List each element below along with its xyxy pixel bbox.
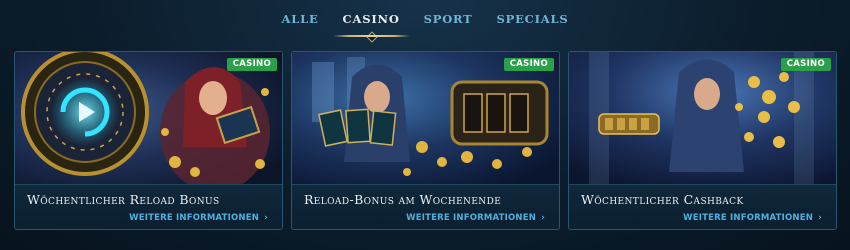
more-info-link[interactable]: WEITERE INFORMATIONEN ›: [683, 213, 822, 223]
tab-sport[interactable]: SPORT: [412, 6, 485, 36]
promo-title: Reload-Bonus am Wochenende: [304, 192, 502, 207]
promo-image-wheel-sorceress: [15, 52, 282, 184]
more-info-label: WEITERE INFORMATIONEN: [406, 213, 537, 223]
more-info-link[interactable]: WEITERE INFORMATIONEN ›: [406, 213, 545, 223]
badge-casino: CASINO: [226, 58, 277, 71]
promo-title: Wöchentlicher Cashback: [581, 192, 744, 207]
promo-info: Wöchentlicher Cashback WEITERE INFORMATI…: [569, 184, 836, 229]
chevron-right-icon: ›: [541, 213, 545, 223]
chevron-right-icon: ›: [264, 213, 268, 223]
promo-image-coin-mage: [569, 52, 836, 184]
tab-casino[interactable]: CASINO: [331, 6, 412, 37]
more-info-link[interactable]: WEITERE INFORMATIONEN ›: [129, 213, 268, 223]
more-info-label: WEITERE INFORMATIONEN: [129, 213, 260, 223]
promo-image-card-wizard: [292, 52, 559, 184]
badge-casino: CASINO: [780, 58, 831, 71]
tab-alle[interactable]: ALLE: [269, 6, 330, 36]
promo-card-weekend-reload[interactable]: CASINO Reload-Bonus am Wochenende WEITER…: [291, 51, 560, 230]
badge-casino: CASINO: [503, 58, 554, 71]
promo-card-weekly-cashback[interactable]: CASINO Wöchentlicher Cashback WEITERE IN…: [568, 51, 837, 230]
more-info-label: WEITERE INFORMATIONEN: [683, 213, 814, 223]
category-tabs: ALLE CASINO SPORT SPECIALS: [0, 6, 850, 37]
chevron-right-icon: ›: [818, 213, 822, 223]
promo-title: Wöchentlicher Reload Bonus: [27, 192, 220, 207]
promo-card-weekly-reload[interactable]: CASINO Wöchentlicher Reload Bonus WEITER…: [14, 51, 283, 230]
promo-info: Reload-Bonus am Wochenende WEITERE INFOR…: [292, 184, 559, 229]
tab-specials[interactable]: SPECIALS: [485, 6, 581, 36]
promo-info: Wöchentlicher Reload Bonus WEITERE INFOR…: [15, 184, 282, 229]
